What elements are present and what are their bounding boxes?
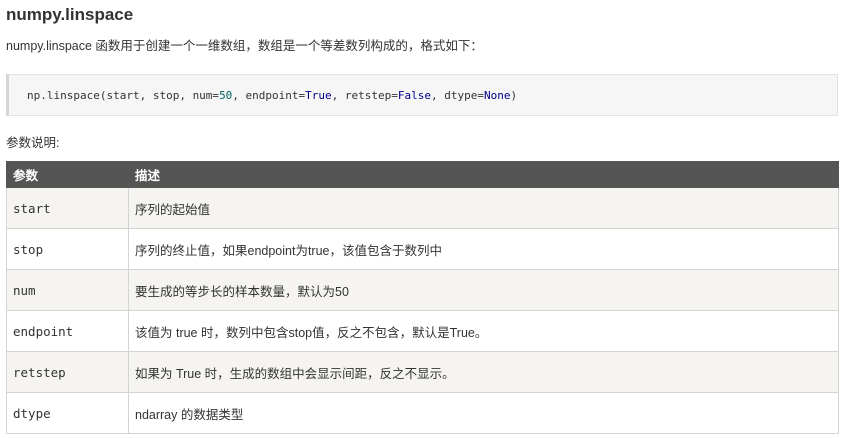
table-row: retstep 如果为 True 时，生成的数组中会显示间距，反之不显示。 <box>6 351 839 393</box>
code-block: np.linspace(start, stop, num=50, endpoin… <box>6 74 838 116</box>
param-description: 序列的终止值，如果endpoint为true，该值包含于数列中 <box>128 228 839 270</box>
table-row: start 序列的起始值 <box>6 187 839 229</box>
params-label: 参数说明: <box>6 136 60 150</box>
table-row: dtype ndarray 的数据类型 <box>6 392 839 434</box>
code-endpoint-value: True <box>305 88 332 102</box>
param-description: 要生成的等步长的样本数量，默认为50 <box>128 269 839 311</box>
param-name: num <box>6 269 129 311</box>
param-description: 如果为 True 时，生成的数组中会显示间距，反之不显示。 <box>128 351 839 393</box>
code-retstep-value: False <box>397 88 432 102</box>
table-row: num 要生成的等步长的样本数量，默认为50 <box>6 269 839 311</box>
param-name: dtype <box>6 392 129 434</box>
params-table: 参数 描述 start 序列的起始值 stop 序列的终止值，如果endpoin… <box>6 161 839 434</box>
table-header-row: 参数 描述 <box>6 161 839 188</box>
page-title: numpy.linspace <box>6 5 134 24</box>
code-mid3: , dtype= <box>431 88 485 102</box>
code-suffix: ) <box>510 88 518 102</box>
param-name: endpoint <box>6 310 129 352</box>
code-prefix: np.linspace(start, stop, num= <box>27 88 220 102</box>
param-description: ndarray 的数据类型 <box>128 392 839 434</box>
code-num-value: 50 <box>219 88 233 102</box>
code-mid2: , retstep= <box>331 88 398 102</box>
header-description: 描述 <box>128 161 839 188</box>
header-param: 参数 <box>6 161 129 188</box>
param-name: stop <box>6 228 129 270</box>
param-description: 序列的起始值 <box>128 187 839 229</box>
table-row: stop 序列的终止值，如果endpoint为true，该值包含于数列中 <box>6 228 839 270</box>
code-mid1: , endpoint= <box>232 88 306 102</box>
param-description: 该值为 true 时，数列中包含stop值，反之不包含，默认是True。 <box>128 310 839 352</box>
code-snippet: np.linspace(start, stop, num=50, endpoin… <box>27 89 517 102</box>
intro-text: numpy.linspace 函数用于创建一个一维数组，数组是一个等差数列构成的… <box>6 39 483 53</box>
param-name: retstep <box>6 351 129 393</box>
code-dtype-value: None <box>484 88 511 102</box>
table-row: endpoint 该值为 true 时，数列中包含stop值，反之不包含，默认是… <box>6 310 839 352</box>
param-name: start <box>6 187 129 229</box>
